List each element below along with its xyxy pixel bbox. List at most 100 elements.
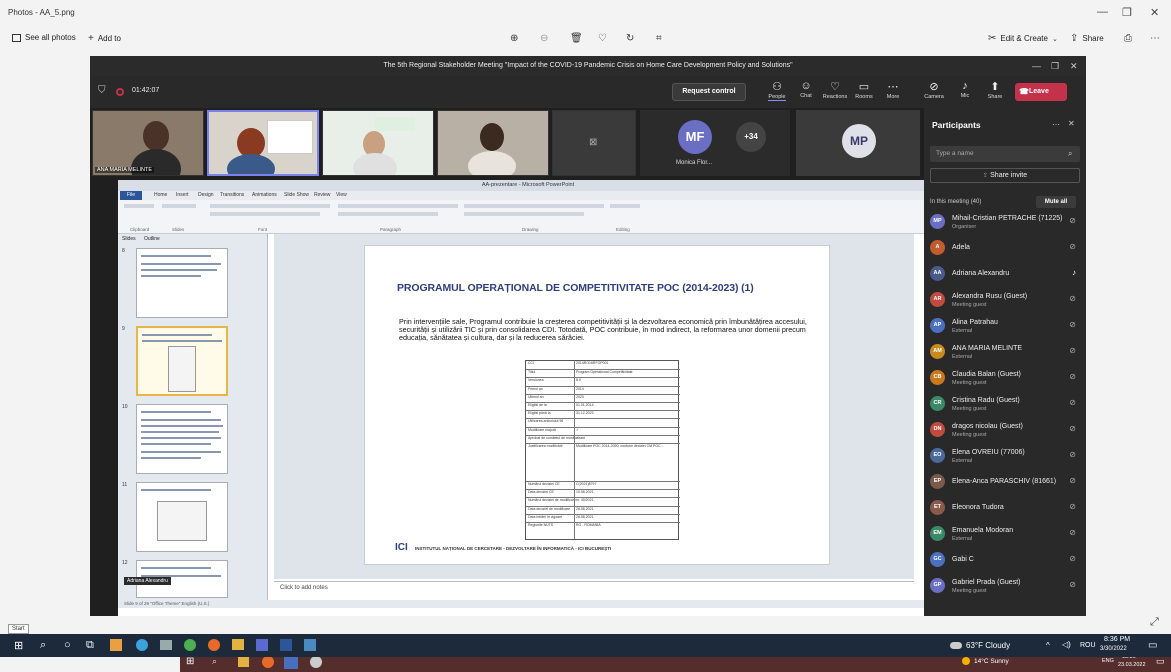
expand-icon[interactable]: ⤢ bbox=[1150, 616, 1159, 629]
in-meeting-header[interactable]: In this meeting (40) bbox=[930, 199, 981, 205]
ppt-tab-transitions[interactable]: Transitions bbox=[220, 192, 244, 198]
more-actions-button[interactable]: ⋯ More bbox=[880, 80, 906, 100]
host-lang[interactable]: ROU bbox=[1080, 642, 1096, 649]
task-view-icon[interactable]: ⧉ bbox=[86, 639, 94, 652]
maximize-button[interactable]: ❐ bbox=[1122, 6, 1132, 19]
close-button[interactable]: ✕ bbox=[1150, 6, 1159, 19]
teams-minimize-button[interactable]: — bbox=[1032, 56, 1041, 76]
share-button[interactable]: ⇪ Share bbox=[1070, 33, 1104, 44]
teams-maximize-button[interactable]: ❐ bbox=[1051, 56, 1059, 76]
ppt-file-tab[interactable]: File bbox=[120, 191, 142, 200]
cortana-icon[interactable]: ○ bbox=[64, 639, 71, 651]
reactions-button[interactable]: ♡ Reactions bbox=[822, 80, 848, 100]
mail-icon[interactable] bbox=[160, 640, 172, 650]
ribbon-editing-group[interactable] bbox=[610, 204, 640, 208]
participant-row[interactable]: A Adela ⊘ bbox=[930, 238, 1080, 260]
participant-row[interactable]: CB Claudia Balan (Guest) Meeting guest ⊘ bbox=[930, 368, 1080, 390]
ribbon-font-group[interactable] bbox=[210, 204, 330, 208]
print-icon[interactable]: ⎙ bbox=[1124, 33, 1132, 44]
ppt-tab-design[interactable]: Design bbox=[198, 192, 214, 198]
tray-up-icon[interactable]: ^ bbox=[1046, 641, 1050, 650]
more-participants-count[interactable]: +34 bbox=[736, 122, 766, 152]
ribbon-drawing-group[interactable] bbox=[464, 204, 604, 208]
search-icon[interactable]: ⌕ bbox=[40, 639, 46, 652]
word-icon[interactable] bbox=[280, 639, 292, 651]
participant-row[interactable]: GP Gabriel Prada (Guest) Meeting guest ⊘ bbox=[930, 576, 1080, 598]
ppt-tab-review[interactable]: Review bbox=[314, 192, 330, 198]
minimize-button[interactable]: — bbox=[1097, 6, 1108, 18]
teams-close-button[interactable]: ✕ bbox=[1070, 56, 1078, 76]
notes-pane[interactable]: Click to add notes bbox=[274, 581, 914, 600]
ribbon-paste-group[interactable] bbox=[124, 204, 154, 208]
teams-icon[interactable] bbox=[256, 639, 268, 651]
ppt-tab-view[interactable]: View bbox=[336, 192, 347, 198]
participant-row[interactable]: ET Eleonora Tudora ⊘ bbox=[930, 498, 1080, 520]
ppt-tab-insert[interactable]: Insert bbox=[176, 192, 189, 198]
favorite-icon[interactable]: ♡ bbox=[598, 33, 607, 44]
zoom-in-icon[interactable]: ⊕ bbox=[510, 33, 518, 44]
video-tile-ana-maria[interactable]: ANA MARIA MELINTE bbox=[92, 110, 204, 176]
notification-icon[interactable]: ▭ bbox=[1148, 640, 1157, 651]
share-tray-button[interactable]: ⬆ Share bbox=[982, 80, 1008, 100]
chrome-icon[interactable] bbox=[184, 639, 196, 651]
rotate-icon[interactable]: ↻ bbox=[626, 33, 634, 44]
participant-row[interactable]: DN dragos nicolau (Guest) Meeting guest ⊘ bbox=[930, 420, 1080, 442]
ppt-tab-home[interactable]: Home bbox=[154, 192, 167, 198]
rooms-button[interactable]: ▭ Rooms bbox=[851, 80, 877, 100]
more-icon[interactable]: ⋯ bbox=[1150, 33, 1160, 44]
ribbon-paragraph-row[interactable] bbox=[338, 212, 438, 216]
slide-title[interactable]: PROGRAMUL OPERAȚIONAL DE COMPETITIVITATE… bbox=[397, 282, 754, 294]
zoom-out-icon[interactable]: ⊖ bbox=[540, 33, 548, 44]
add-to-button[interactable]: + Add to bbox=[88, 33, 121, 44]
current-slide[interactable]: PROGRAMUL OPERAȚIONAL DE COMPETITIVITATE… bbox=[364, 245, 830, 565]
edge-icon[interactable] bbox=[136, 639, 148, 651]
video-tile-mf[interactable]: MF +34 Monica Flor... bbox=[640, 110, 790, 176]
close-pane-icon[interactable]: ✕ bbox=[1068, 119, 1075, 128]
participant-row[interactable]: EP Elena-Anca PARASCHIV (81661) ⊘ bbox=[930, 472, 1080, 494]
ppt-tab-animations[interactable]: Animations bbox=[252, 192, 277, 198]
participant-search-input[interactable]: Type a name ⌕ bbox=[930, 146, 1080, 162]
participant-row[interactable]: MP Mihail-Cristian PETRACHE (71225) Organi… bbox=[930, 212, 1080, 234]
ribbon-slides-group[interactable] bbox=[162, 204, 196, 208]
participant-row[interactable]: AP Alina Patrahau External ⊘ bbox=[930, 316, 1080, 338]
slide-body-text[interactable]: Prin intervențiile sale, Programul contr… bbox=[399, 317, 811, 343]
participant-row[interactable]: EO Elena OVREIU (77006) External ⊘ bbox=[930, 446, 1080, 468]
ribbon-drawing-row[interactable] bbox=[464, 212, 584, 216]
video-tile-speaker[interactable] bbox=[207, 110, 319, 176]
camera-button[interactable]: ⊘ Camera bbox=[921, 80, 947, 100]
mic-button[interactable]: ♪ Mic bbox=[952, 80, 978, 99]
see-all-photos-button[interactable]: See all photos bbox=[12, 33, 76, 42]
slide-thumbnail-selected[interactable] bbox=[136, 326, 228, 396]
pane-tab-slides[interactable]: Slides bbox=[122, 236, 136, 242]
slide-thumbnail[interactable] bbox=[136, 248, 228, 318]
volume-icon[interactable]: ◁) bbox=[1062, 640, 1071, 649]
request-control-button[interactable]: Request control bbox=[672, 83, 746, 101]
slide-thumbnail[interactable] bbox=[136, 482, 228, 552]
participant-row[interactable]: GC Gabi C ⊘ bbox=[930, 550, 1080, 572]
slide-table[interactable]: CCI 2014RO16RFOP001 Titlul Program Operațio… bbox=[525, 360, 680, 540]
mute-all-button[interactable]: Mute all bbox=[1036, 196, 1076, 208]
participant-row[interactable]: AM ANA MARIA MELINTE External ⊘ bbox=[930, 342, 1080, 364]
delete-icon[interactable]: 🗑 bbox=[570, 33, 583, 44]
edit-create-button[interactable]: ✂ Edit & Create ⌄ bbox=[988, 33, 1058, 44]
chat-button[interactable]: ☺ Chat bbox=[793, 80, 819, 99]
video-tile-woman[interactable] bbox=[437, 110, 549, 176]
leave-button[interactable]: ☎ Leave bbox=[1015, 83, 1067, 101]
windows-start-icon[interactable]: ⊞ bbox=[14, 639, 23, 652]
ribbon-paragraph-group[interactable] bbox=[338, 204, 458, 208]
photos-icon[interactable] bbox=[304, 639, 316, 651]
firefox-icon[interactable] bbox=[208, 639, 220, 651]
ppt-tab-slideshow[interactable]: Slide Show bbox=[284, 192, 309, 198]
pane-tab-outline[interactable]: Outline bbox=[144, 236, 160, 242]
video-tile-mp[interactable]: MP bbox=[796, 110, 920, 176]
video-tile-screen[interactable]: ⊠ bbox=[552, 110, 636, 176]
participant-row[interactable]: CR Cristina Radu (Guest) Meeting guest ⊘ bbox=[930, 394, 1080, 416]
more-options-icon[interactable]: ⋯ bbox=[1052, 120, 1060, 129]
ribbon-font-row[interactable] bbox=[210, 212, 320, 216]
participant-row[interactable]: AR Alexandra Rusu (Guest) Meeting guest ⊘ bbox=[930, 290, 1080, 312]
slide-thumbnail[interactable] bbox=[136, 404, 228, 474]
share-invite-button[interactable]: ⇪ Share invite bbox=[930, 168, 1080, 183]
video-tile-man[interactable] bbox=[322, 110, 434, 176]
people-button[interactable]: ⚇ People bbox=[764, 80, 790, 101]
file-explorer-icon[interactable] bbox=[232, 639, 244, 650]
